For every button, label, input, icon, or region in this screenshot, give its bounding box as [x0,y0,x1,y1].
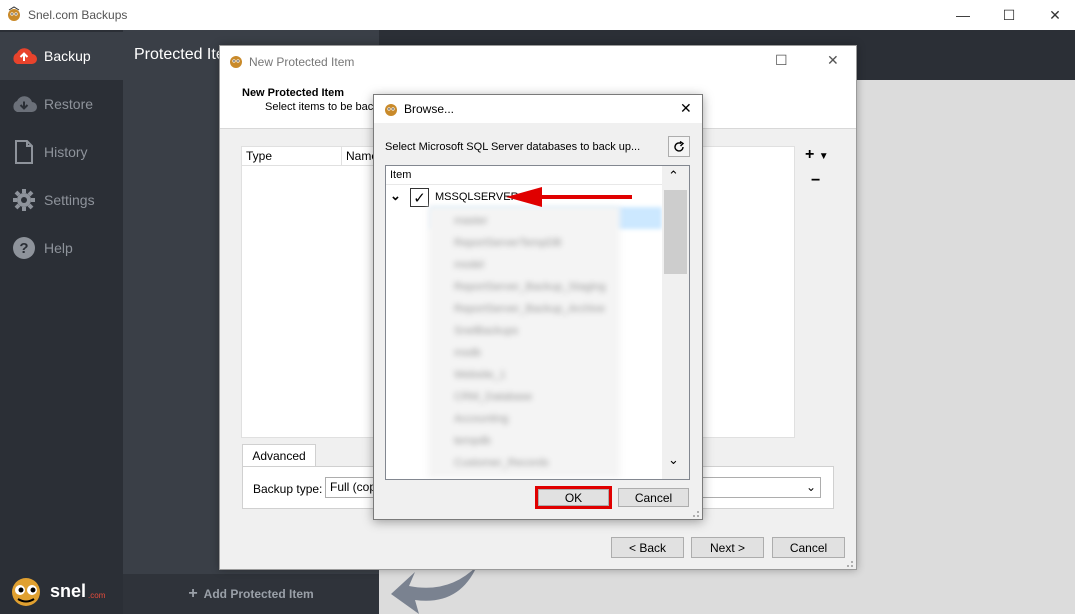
tree-item[interactable]: msdb [454,342,620,364]
browse-title: Browse... [404,102,455,116]
remove-item-button[interactable]: − [811,172,820,190]
tree-item[interactable]: ReportServer_Backup_Archive [454,298,620,320]
sidebar-item-history[interactable]: History [0,128,123,176]
ok-highlight-frame [535,486,612,509]
brand-suffix: .com [88,590,106,600]
refresh-icon [674,140,685,152]
tree-item[interactable]: master [454,210,620,232]
sidebar-item-label: History [44,144,88,160]
add-protected-item-label: Add Protected Item [203,587,314,601]
next-button[interactable]: Next > [691,537,764,558]
maximize-button[interactable]: ☐ [986,0,1032,30]
tree-item[interactable]: SnelBackups [454,320,620,342]
add-protected-item-button[interactable]: + Add Protected Item [123,574,379,614]
document-icon [10,138,38,166]
back-button[interactable]: < Back [611,537,684,558]
dialog-heading: New Protected Item [242,87,345,99]
cancel-button[interactable]: Cancel [618,488,689,507]
browse-instruction: Select Microsoft SQL Server databases to… [385,141,641,153]
tree-item[interactable]: CRM_Database [454,386,620,408]
maximize-button[interactable]: ☐ [775,52,788,69]
close-button[interactable]: ✕ [827,52,839,69]
panel-title: Protected Ite [134,46,225,63]
minimize-button[interactable]: — [940,0,986,30]
help-icon: ? [10,234,38,262]
chevron-down-icon: ⌄ [805,480,816,494]
browse-title-bar: Browse... ✕ [374,95,702,123]
sidebar-item-help[interactable]: ? Help [0,224,123,272]
sidebar-item-label: Settings [44,192,95,208]
scroll-up-icon[interactable]: ⌃ [668,168,679,184]
snail-mascot-icon [12,578,40,606]
checkmark-icon: ✓ [413,189,426,207]
tree-item[interactable]: Website_1 [454,364,620,386]
browse-dialog: Browse... ✕ Select Microsoft SQL Server … [373,94,703,520]
app-logo-icon [385,104,397,116]
brand-word: snel [50,580,87,601]
sidebar: Backup Restore History Settings ? Help [0,30,123,614]
window-title: Snel.com Backups [28,8,128,22]
main-title-bar: Snel.com Backups — ☐ ✕ [0,0,1075,30]
app-logo-icon [230,56,242,68]
svg-text:?: ? [19,240,28,257]
scrollbar-thumb[interactable] [664,190,687,274]
dialog-title-bar: New Protected Item ☐ ✕ [220,46,856,76]
tree-item[interactable]: Customer_Records [454,452,620,474]
column-header-type[interactable]: Type [242,147,342,166]
tree-item[interactable]: ReportServerTempDB [454,232,620,254]
tree-item[interactable]: model [454,254,620,276]
chevron-down-icon: ▼ [818,151,829,162]
close-button[interactable]: ✕ [680,100,692,117]
tree-item[interactable]: ReportServer_Backup_Staging [454,276,620,298]
plus-icon: + [188,585,198,602]
tree-item[interactable]: Accounting [454,408,620,430]
cloud-download-icon [10,90,38,118]
brand-logo: snel .com [8,574,105,608]
resize-grip-icon[interactable] [844,558,854,568]
database-tree[interactable]: Item ⌄ ✓ MSSQLSERVER master ReportServer… [385,165,690,480]
dialog-title: New Protected Item [249,55,355,69]
expand-chevron-icon[interactable]: ⌄ [390,188,401,204]
refresh-button[interactable] [668,136,690,157]
dialog-subheading: Select items to be bac [265,101,374,113]
close-button[interactable]: ✕ [1032,0,1075,30]
sidebar-item-label: Help [44,240,73,256]
gear-icon [10,186,38,214]
resize-grip-icon[interactable] [690,508,700,518]
scroll-down-icon[interactable]: ⌄ [668,452,679,468]
tree-item[interactable]: tempdb [454,430,620,452]
cloud-upload-icon [10,42,38,70]
sidebar-item-label: Restore [44,96,94,112]
cancel-button[interactable]: Cancel [772,537,845,558]
tab-advanced[interactable]: Advanced [242,444,316,467]
app-logo-icon [8,6,20,21]
plus-icon: + [805,146,815,163]
add-item-button[interactable]: + ▼ [805,146,829,164]
child-database-list[interactable]: master ReportServerTempDB model ReportSe… [428,206,620,478]
sidebar-item-settings[interactable]: Settings [0,176,123,224]
sidebar-item-restore[interactable]: Restore [0,80,123,128]
mssqlserver-checkbox[interactable]: ✓ [410,188,429,207]
sidebar-item-backup[interactable]: Backup [0,32,123,80]
red-arrow-annotation-icon [506,187,632,207]
backup-type-label: Backup type: [253,482,323,496]
sidebar-item-label: Backup [44,48,91,64]
backup-type-value: Full (cop [330,480,377,494]
tree-scrollbar[interactable]: ⌃ ⌄ [662,166,689,479]
